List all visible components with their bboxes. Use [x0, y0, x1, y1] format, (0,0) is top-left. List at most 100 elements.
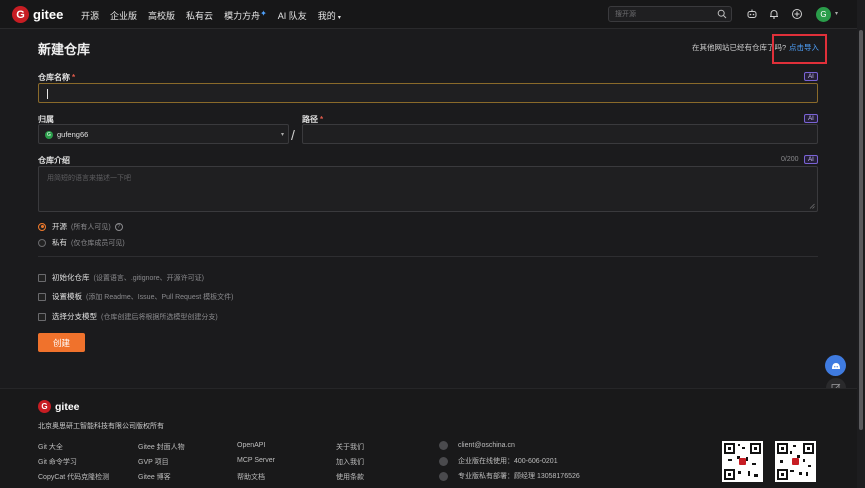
qr-code-icon: [777, 443, 814, 480]
path-label-text: 路径: [302, 115, 318, 124]
nav-open-source[interactable]: 开源: [81, 9, 99, 22]
radio-hint: (仅仓库成员可见): [71, 239, 125, 247]
gitee-logo-text: gitee: [33, 7, 64, 22]
intro-label: 仓库介绍: [38, 156, 70, 165]
owner-avatar: G: [45, 131, 53, 139]
path-separator: /: [291, 127, 295, 143]
check-label: 设置模板: [52, 292, 82, 301]
question-icon[interactable]: ?: [114, 222, 123, 231]
footer-link[interactable]: GVP 项目: [138, 457, 169, 467]
owner-name: gufeng66: [57, 130, 89, 139]
plus-circle-icon[interactable]: [791, 8, 803, 20]
page-title: 新建仓库: [38, 42, 91, 57]
visibility-open-source[interactable]: 开源 (所有人可见) ?: [38, 221, 123, 232]
footer: G gitee 北京奥思研工智能科技有限公司版权所有 Git 大全 Git 命令…: [0, 388, 865, 488]
footer-link[interactable]: Gitee 博客: [138, 472, 171, 482]
footer-link[interactable]: 加入我们: [336, 457, 364, 467]
search-input[interactable]: [615, 8, 715, 20]
qr-code: [775, 441, 816, 482]
footer-link[interactable]: OpenAPI: [237, 442, 265, 449]
contact-text: 专业版私有部署：顾经理 13058176526: [458, 473, 580, 480]
nav-enterprise[interactable]: 企业版: [110, 9, 137, 22]
ai-badge[interactable]: AI: [804, 155, 818, 164]
qr-code-icon: [724, 443, 761, 480]
nav-ai-teammate[interactable]: AI 队友: [278, 9, 307, 22]
gitee-logo[interactable]: G gitee: [12, 6, 63, 23]
intro-placeholder: 用简短的语言来描述一下吧: [47, 175, 131, 182]
option-branch-model[interactable]: 选择分支模型 (仓库创建后将根据所选模型创建分支): [38, 311, 218, 322]
user-avatar[interactable]: G: [816, 7, 831, 22]
nav-mine[interactable]: 我的 ▾: [318, 9, 341, 22]
required-mark: *: [72, 73, 76, 82]
path-input[interactable]: [302, 124, 818, 144]
footer-link[interactable]: MCP Server: [237, 457, 275, 464]
owner-select[interactable]: G gufeng66 ▾: [38, 124, 289, 144]
footer-company: 北京奥思研工智能科技有限公司版权所有: [38, 423, 164, 430]
repo-name-label: 仓库名称 *: [38, 72, 75, 83]
assistant-float-button[interactable]: [825, 355, 846, 376]
contact-phone: 专业版私有部署：顾经理 13058176526: [439, 471, 580, 481]
repo-name-input[interactable]: [38, 83, 818, 103]
contact-text: client@oschina.cn: [458, 442, 515, 449]
check-hint: (仓库创建后将根据所选模型创建分支): [101, 313, 218, 321]
divider: [38, 256, 818, 257]
contact-email: client@oschina.cn: [439, 441, 515, 450]
radio-open-source[interactable]: [38, 222, 46, 231]
option-init-repo[interactable]: 初始化仓库 (设置语言、.gitignore、开源许可证): [38, 272, 204, 283]
required-mark: *: [320, 115, 324, 124]
resize-handle-icon[interactable]: [809, 203, 815, 209]
checkbox[interactable]: [38, 273, 46, 282]
footer-link[interactable]: Git 大全: [38, 442, 63, 452]
footer-link[interactable]: 使用条款: [336, 472, 364, 482]
radio-label: 私有: [52, 238, 67, 247]
nav-moark-label: 模力方舟: [224, 11, 261, 21]
phone-icon: [439, 456, 448, 466]
scrollbar-thumb[interactable]: [859, 30, 863, 430]
robot-icon[interactable]: [746, 8, 758, 20]
gitee-logo-text: gitee: [55, 400, 80, 413]
phone-icon: [439, 471, 448, 481]
intro-textarea[interactable]: 用简短的语言来描述一下吧: [38, 166, 818, 212]
main-nav: 开源 企业版 高校版 私有云 模力方舟✦ AI 队友 我的 ▾: [81, 9, 352, 22]
footer-link[interactable]: 帮助文档: [237, 472, 265, 482]
gitee-logo-mark: G: [12, 6, 29, 23]
gitee-logo-mark: G: [38, 400, 51, 413]
bell-icon[interactable]: [768, 8, 780, 20]
check-hint: (添加 Readme、Issue、Pull Request 模板文件): [86, 293, 234, 301]
contact-text: 企业版在线使用：400-606-0201: [458, 458, 558, 465]
ai-badge[interactable]: AI: [804, 114, 818, 123]
check-label: 选择分支模型: [52, 312, 97, 321]
ai-badge[interactable]: AI: [804, 72, 818, 81]
nav-education[interactable]: 高校版: [148, 9, 175, 22]
highlight-box: [772, 34, 827, 64]
contact-phone: 企业版在线使用：400-606-0201: [439, 456, 558, 466]
create-button[interactable]: 创建: [38, 333, 85, 352]
radio-label: 开源: [52, 222, 67, 231]
footer-link[interactable]: Git 命令学习: [38, 457, 77, 467]
text-cursor: [47, 89, 48, 99]
top-navbar: G gitee 开源 企业版 高校版 私有云 模力方舟✦ AI 队友 我的▾ G…: [0, 0, 865, 29]
checkbox[interactable]: [38, 292, 46, 301]
repo-name-label-text: 仓库名称: [38, 73, 70, 82]
footer-link[interactable]: CopyCat 代码克隆检测: [38, 472, 109, 482]
chevron-down-icon: ▾: [337, 15, 341, 21]
sparkle-icon: ✦: [260, 9, 267, 18]
radio-private[interactable]: [38, 238, 46, 247]
chevron-down-icon[interactable]: ▾: [835, 10, 838, 17]
search-box: [608, 6, 732, 22]
visibility-private[interactable]: 私有 (仅仓库成员可见): [38, 237, 125, 248]
nav-private-cloud[interactable]: 私有云: [186, 9, 213, 22]
search-icon[interactable]: [717, 9, 727, 19]
intro-char-counter: 0/200: [781, 156, 799, 163]
chevron-down-icon: ▾: [280, 132, 284, 138]
nav-mine-label: 我的: [317, 11, 336, 21]
radio-hint: (所有人可见): [71, 223, 111, 231]
check-label: 初始化仓库: [52, 273, 90, 282]
footer-link[interactable]: Gitee 封面人物: [138, 442, 185, 452]
checkbox[interactable]: [38, 312, 46, 321]
footer-link[interactable]: 关于我们: [336, 442, 364, 452]
option-templates[interactable]: 设置模板 (添加 Readme、Issue、Pull Request 模板文件): [38, 291, 233, 302]
assistant-icon: [831, 362, 840, 369]
footer-logo[interactable]: G gitee: [38, 400, 80, 413]
nav-moark[interactable]: 模力方舟✦: [224, 9, 267, 22]
